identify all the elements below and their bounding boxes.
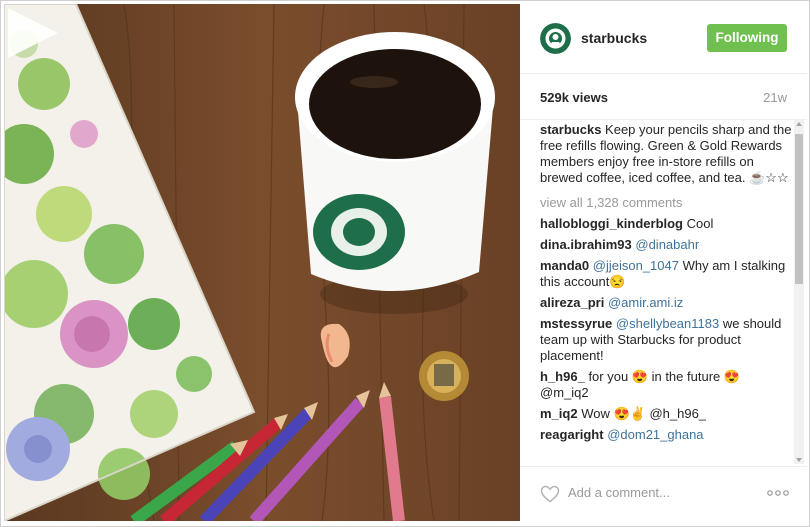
caption-user[interactable]: starbucks — [540, 122, 601, 137]
comment-user[interactable]: alireza_pri — [540, 295, 604, 310]
comment-mention[interactable]: @amir.ami.iz — [608, 295, 683, 310]
starbucks-logo-icon — [540, 23, 571, 54]
comment-user[interactable]: hallobloggi_kinderblog — [540, 216, 683, 231]
avatar[interactable] — [540, 23, 571, 54]
post-header: starbucks Following — [520, 4, 807, 74]
comment-item: hallobloggi_kinderblog Cool — [540, 216, 792, 232]
post-age[interactable]: 21w — [763, 90, 787, 105]
post-caption: starbucks Keep your pencils sharp and th… — [540, 122, 792, 186]
comment-mention[interactable]: @dom21_ghana — [607, 427, 703, 442]
comments-scrollbar[interactable] — [794, 120, 804, 464]
post-stats: 529k views 21w — [520, 74, 807, 120]
post-window: starbucks Following 529k views 21w starb… — [0, 0, 810, 527]
post-media[interactable] — [4, 4, 520, 521]
scroll-down-arrow-icon[interactable] — [796, 458, 802, 462]
comment-item: dina.ibrahim93 @dinabahr — [540, 237, 792, 253]
comment-user[interactable]: m_iq2 — [540, 406, 578, 421]
account-name[interactable]: starbucks — [581, 30, 647, 46]
add-comment-input[interactable] — [568, 485, 748, 500]
media-image — [4, 4, 520, 521]
comment-user[interactable]: dina.ibrahim93 — [540, 237, 632, 252]
scrollbar-thumb[interactable] — [795, 134, 803, 284]
following-button[interactable]: Following — [707, 24, 787, 52]
comment-item: alireza_pri @amir.ami.iz — [540, 295, 792, 311]
comment-item: manda0 @jjeison_1047 Why am I stalking t… — [540, 258, 792, 290]
comment-user[interactable]: manda0 — [540, 258, 589, 273]
comment-item: reagaright @dom21_ghana — [540, 427, 792, 443]
comment-text: Cool — [686, 216, 714, 231]
more-options-icon[interactable] — [766, 485, 790, 501]
play-icon[interactable] — [4, 4, 62, 62]
comments-list: starbucks Keep your pencils sharp and th… — [540, 122, 792, 462]
comment-mention[interactable]: @dinabahr — [635, 237, 699, 252]
scroll-up-arrow-icon[interactable] — [796, 122, 802, 126]
post-footer — [520, 466, 807, 522]
view-all-comments-link[interactable]: view all 1,328 comments — [540, 195, 792, 211]
comment-user[interactable]: h_h96_ — [540, 369, 585, 384]
comment-user[interactable]: mstessyrue — [540, 316, 612, 331]
comment-mention[interactable]: @shellybean1183 — [616, 316, 719, 331]
post-sidebar: starbucks Following 529k views 21w starb… — [520, 4, 807, 521]
comment-item: m_iq2 Wow 😍✌ @h_h96_ — [540, 406, 792, 422]
comment-text: Wow 😍✌ @h_h96_ — [581, 406, 707, 421]
comment-user[interactable]: reagaright — [540, 427, 604, 442]
comment-mention[interactable]: @jjeison_1047 — [593, 258, 679, 273]
heart-icon[interactable] — [540, 485, 560, 503]
comment-item: h_h96_ for you 😍 in the future 😍 @m_iq2 — [540, 369, 792, 401]
comment-item: mstessyrue @shellybean1183 we should tea… — [540, 316, 792, 364]
view-count: 529k views — [540, 90, 608, 105]
